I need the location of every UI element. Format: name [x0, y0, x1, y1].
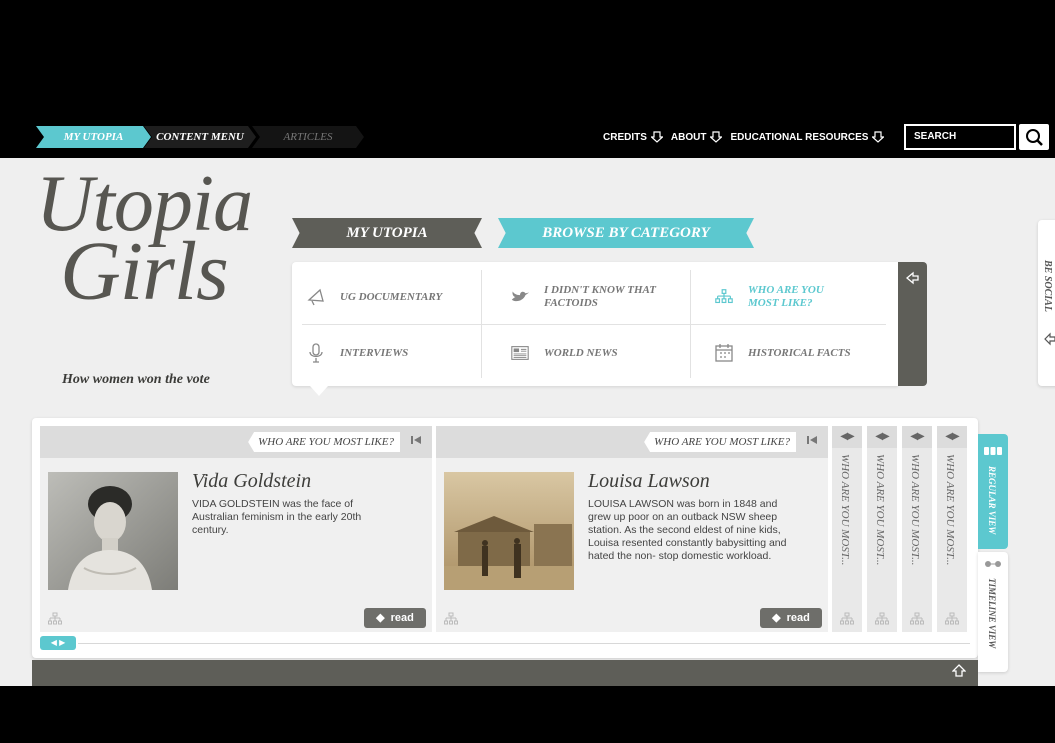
skip-first-icon[interactable] [410, 434, 422, 449]
card-header: WHO ARE YOU MOST LIKE? [436, 426, 828, 458]
bottom-letterbox [0, 686, 1055, 743]
timeline-view-tab[interactable]: TIMELINE VIEW [978, 552, 1008, 672]
nav-link-educational-resources-label: EDUCATIONAL RESOURCES [730, 131, 869, 143]
pager-arrows-button[interactable]: ◀ ▶ [40, 636, 76, 650]
portrait-photo[interactable] [48, 472, 178, 590]
category-who-are-you-most-like[interactable]: WHO ARE YOU MOST LIKE? [714, 270, 889, 324]
profile-cards-panel: WHO ARE YOU MOST LIKE? Vida Goldstein VI… [32, 418, 978, 658]
category-panel: UG DOCUMENTARY I DIDN'T KNOW THAT FACTOI… [292, 262, 898, 396]
expand-arrows-icon[interactable]: ◀▶ [867, 426, 897, 448]
category-label: WORLD NEWS [544, 347, 618, 359]
be-social-label: BE SOCIAL [1042, 260, 1053, 312]
megaphone-icon [306, 287, 326, 307]
tree-icon [840, 612, 854, 626]
tree-icon [910, 612, 924, 626]
regular-view-label: REGULAR VIEW [987, 466, 997, 535]
arrow-up-icon[interactable] [951, 664, 967, 681]
regular-view-tab[interactable]: REGULAR VIEW [978, 434, 1008, 549]
collapsed-card[interactable]: ◀▶ WHO ARE YOU MOST... [902, 426, 932, 632]
expand-arrows-icon[interactable]: ◀▶ [902, 426, 932, 448]
chevron-down-icon [710, 131, 723, 143]
historical-photo[interactable] [444, 472, 574, 590]
collapsed-card-label: WHO ARE YOU MOST... [874, 454, 886, 566]
tree-icon [714, 287, 734, 307]
page-canvas: Utopia Girls How women won the vote MY U… [0, 158, 1055, 686]
category-label: WHO ARE YOU MOST LIKE? [748, 284, 824, 309]
search-input[interactable]: SEARCH [904, 124, 1016, 150]
tree-icon [48, 612, 62, 626]
category-label: UG DOCUMENTARY [340, 291, 443, 303]
tree-icon [945, 612, 959, 626]
view-switcher: REGULAR VIEW TIMELINE VIEW [978, 434, 1008, 674]
category-label: I DIDN'T KNOW THAT FACTOIDS [544, 284, 656, 309]
nav-link-educational-resources[interactable]: EDUCATIONAL RESOURCES [730, 131, 885, 143]
category-world-news[interactable]: WORLD NEWS [510, 326, 685, 380]
profile-description: VIDA GOLDSTEIN was the face of Australia… [192, 498, 362, 536]
category-historical-facts[interactable]: HISTORICAL FACTS [714, 326, 889, 380]
diamond-icon: ◆ [376, 612, 385, 624]
nav-links: CREDITS ABOUT EDUCATIONAL RESOURCES [603, 131, 885, 143]
footer-bar [32, 660, 978, 686]
pager-track[interactable] [78, 643, 970, 644]
nav-tab-content-menu[interactable]: CONTENT MENU [144, 126, 256, 148]
browse-by-category-ribbon[interactable]: BROWSE BY CATEGORY [498, 218, 754, 248]
skip-first-icon[interactable] [806, 434, 818, 449]
read-button[interactable]: ◆ read [760, 608, 822, 628]
profile-name: Vida Goldstein [192, 470, 312, 492]
card-header: WHO ARE YOU MOST LIKE? [40, 426, 432, 458]
logo-tagline: How women won the vote [62, 372, 210, 387]
top-navigation: MY UTOPIA CONTENT MENU ARTICLES CREDITS … [0, 120, 1055, 158]
profile-card: WHO ARE YOU MOST LIKE? Vida Goldstein VI… [40, 426, 432, 632]
nav-link-credits-label: CREDITS [603, 131, 647, 143]
read-button-label: read [390, 612, 414, 624]
category-collapse-bar[interactable] [898, 262, 927, 386]
divider [302, 324, 886, 325]
collapsed-card[interactable]: ◀▶ WHO ARE YOU MOST... [937, 426, 967, 632]
chevron-down-icon [872, 131, 885, 143]
read-button-label: read [786, 612, 810, 624]
profile-name: Louisa Lawson [588, 470, 710, 492]
category-ug-documentary[interactable]: UG DOCUMENTARY [306, 270, 476, 324]
nav-link-about[interactable]: ABOUT [671, 131, 723, 143]
my-utopia-ribbon[interactable]: MY UTOPIA [292, 218, 482, 248]
profile-card: WHO ARE YOU MOST LIKE? Louisa Lawson LOU… [436, 426, 828, 632]
nav-tab-articles[interactable]: ARTICLES [252, 126, 364, 148]
grid-view-icon [984, 447, 1002, 455]
nav-link-about-label: ABOUT [670, 131, 707, 143]
calendar-icon [714, 343, 734, 363]
category-interviews[interactable]: INTERVIEWS [306, 326, 476, 380]
nav-tab-my-utopia[interactable]: MY UTOPIA [36, 126, 151, 148]
expand-arrows-icon[interactable]: ◀▶ [937, 426, 967, 448]
diamond-icon: ◆ [772, 612, 781, 624]
tree-icon [875, 612, 889, 626]
card-category-tag: WHO ARE YOU MOST LIKE? [644, 432, 796, 452]
read-button[interactable]: ◆ read [364, 608, 426, 628]
be-social-tab[interactable]: BE SOCIAL [1038, 220, 1055, 386]
profile-description: LOUISA LAWSON was born in 1848 and grew … [588, 498, 787, 562]
logo-wordmark: Utopia Girls [14, 164, 274, 314]
arrow-left-icon [905, 271, 919, 285]
collapsed-card-label: WHO ARE YOU MOST... [839, 454, 851, 566]
timeline-view-label: TIMELINE VIEW [987, 578, 997, 649]
expand-arrows-icon[interactable]: ◀▶ [832, 426, 862, 448]
collapsed-card[interactable]: ◀▶ WHO ARE YOU MOST... [867, 426, 897, 632]
collapsed-card-label: WHO ARE YOU MOST... [909, 454, 921, 566]
card-category-tag: WHO ARE YOU MOST LIKE? [248, 432, 400, 452]
nav-link-credits[interactable]: CREDITS [603, 131, 663, 143]
arrow-left-icon [1044, 332, 1055, 346]
newspaper-icon [510, 343, 530, 363]
category-label: INTERVIEWS [340, 347, 409, 359]
search-icon [1026, 129, 1043, 146]
bird-icon [510, 287, 530, 307]
collapsed-card[interactable]: ◀▶ WHO ARE YOU MOST... [832, 426, 862, 632]
chevron-down-icon [650, 131, 663, 143]
category-label: HISTORICAL FACTS [748, 347, 851, 359]
timeline-icon [985, 561, 1001, 567]
tree-icon [444, 612, 458, 626]
category-factoids[interactable]: I DIDN'T KNOW THAT FACTOIDS [510, 270, 685, 324]
search-button[interactable] [1019, 124, 1049, 150]
microphone-icon [306, 343, 326, 363]
collapsed-card-label: WHO ARE YOU MOST... [944, 454, 956, 566]
site-logo[interactable]: Utopia Girls [14, 164, 274, 388]
